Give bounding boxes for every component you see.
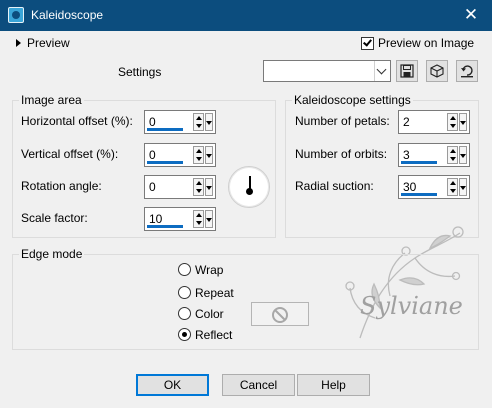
chevron-down-icon [376, 64, 387, 75]
number-of-orbits-value: 3 [403, 148, 410, 162]
edge-mode-title: Edge mode [19, 247, 85, 261]
save-icon [400, 64, 414, 78]
number-of-orbits-input[interactable]: 3 [398, 143, 470, 167]
cancel-button[interactable]: Cancel [222, 374, 295, 396]
radial-suction-input[interactable]: 30 [398, 175, 470, 199]
slider-dropdown[interactable] [205, 146, 213, 164]
number-of-petals-label: Number of petals: [295, 114, 390, 128]
spin-buttons[interactable] [193, 146, 204, 164]
scale-factor-value: 10 [149, 212, 163, 226]
settings-label: Settings [118, 65, 162, 79]
window-title: Kaleidoscope [31, 8, 104, 22]
kaleidoscope-app-icon [8, 7, 24, 23]
rotation-angle-value: 0 [149, 180, 156, 194]
slider-dropdown[interactable] [205, 210, 213, 228]
scale-factor-label: Scale factor: [21, 211, 88, 225]
no-color-icon [272, 307, 288, 323]
dial-knob [246, 188, 253, 195]
edge-color-swatch[interactable] [251, 302, 309, 326]
reset-button[interactable] [456, 60, 478, 82]
slider-dropdown[interactable] [459, 178, 467, 196]
edge-wrap-label: Wrap [195, 263, 224, 277]
image-area-title: Image area [19, 93, 84, 107]
horizontal-offset-value: 0 [149, 115, 156, 129]
edge-repeat-radio[interactable] [178, 286, 191, 299]
slider-dropdown[interactable] [459, 113, 467, 131]
value-slider-bar [401, 193, 437, 196]
randomize-button[interactable] [426, 60, 448, 82]
slider-dropdown[interactable] [459, 146, 467, 164]
number-of-petals-value: 2 [403, 115, 410, 129]
spin-buttons[interactable] [193, 210, 204, 228]
edge-color-label: Color [195, 307, 224, 321]
rotation-dial[interactable] [228, 166, 270, 208]
vertical-offset-label: Vertical offset (%): [21, 147, 119, 161]
spin-buttons[interactable] [193, 178, 204, 196]
value-slider-bar [147, 161, 183, 164]
spin-buttons[interactable] [447, 146, 458, 164]
expand-arrow-icon [16, 39, 21, 47]
edge-mode-group [12, 254, 479, 350]
scale-factor-input[interactable]: 10 [144, 207, 216, 231]
radial-suction-label: Radial suction: [295, 179, 374, 193]
edge-repeat-label: Repeat [195, 286, 234, 300]
rotation-angle-label: Rotation angle: [21, 179, 102, 193]
preview-on-image-checkbox[interactable] [361, 37, 374, 50]
spin-buttons[interactable] [447, 178, 458, 196]
help-button[interactable]: Help [297, 374, 370, 396]
spin-buttons[interactable] [193, 113, 204, 131]
checkmark-icon [363, 37, 372, 47]
radial-suction-value: 30 [403, 180, 417, 194]
vertical-offset-input[interactable]: 0 [144, 143, 216, 167]
value-slider-bar [401, 161, 437, 164]
close-button[interactable]: ✕ [458, 4, 484, 26]
spin-buttons[interactable] [447, 113, 458, 131]
slider-dropdown[interactable] [205, 178, 213, 196]
edge-reflect-label: Reflect [195, 328, 233, 342]
edge-wrap-radio[interactable] [178, 263, 191, 276]
horizontal-offset-input[interactable]: 0 [144, 110, 216, 134]
preview-on-image-label: Preview on Image [378, 36, 475, 50]
number-of-orbits-label: Number of orbits: [295, 147, 388, 161]
value-slider-bar [147, 128, 183, 131]
number-of-petals-input[interactable]: 2 [398, 110, 470, 134]
horizontal-offset-label: Horizontal offset (%): [21, 114, 133, 128]
rotation-angle-input[interactable]: 0 [144, 175, 216, 199]
cube-icon [430, 64, 444, 78]
vertical-offset-value: 0 [149, 148, 156, 162]
save-preset-button[interactable] [396, 60, 418, 82]
reset-icon [461, 65, 473, 78]
title-bar: Kaleidoscope ✕ [0, 0, 492, 31]
settings-dropdown[interactable] [263, 60, 391, 82]
preview-label: Preview [27, 36, 70, 50]
edge-reflect-radio[interactable] [178, 328, 191, 341]
edge-color-radio[interactable] [178, 307, 191, 320]
ok-button[interactable]: OK [136, 374, 209, 396]
kaleidoscope-settings-title: Kaleidoscope settings [292, 93, 413, 107]
slider-dropdown[interactable] [205, 113, 213, 131]
value-slider-bar [147, 225, 183, 228]
dropdown-arrow[interactable] [374, 61, 390, 81]
